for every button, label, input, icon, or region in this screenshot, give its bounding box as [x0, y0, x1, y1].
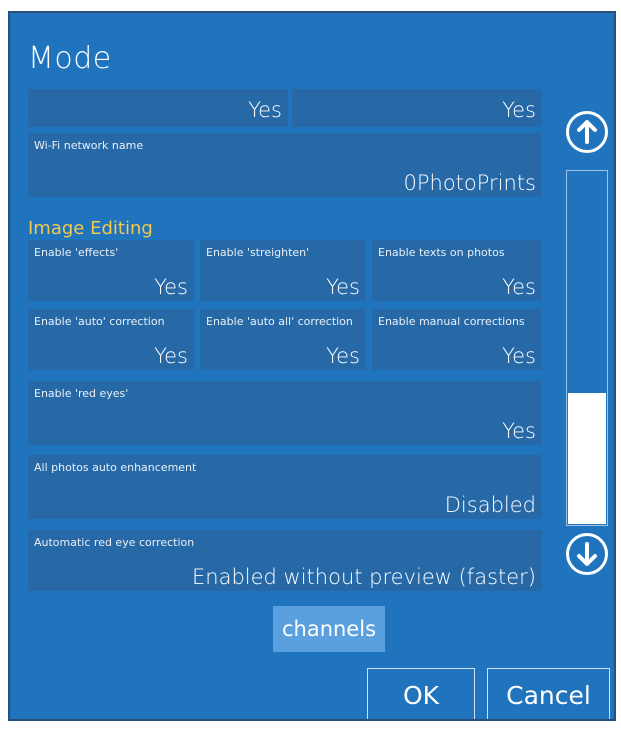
setting-label: Automatic red eye correction [34, 536, 195, 549]
setting-tile-enable-streighten[interactable]: Enable 'streighten' Yes [200, 240, 366, 301]
setting-tile-enable-auto-all-correction[interactable]: Enable 'auto all' correction Yes [200, 309, 366, 370]
setting-value: Yes [326, 275, 360, 299]
scroll-up-button[interactable] [566, 111, 608, 153]
setting-value: Disabled [444, 493, 536, 517]
setting-value: Yes [154, 344, 188, 368]
setting-label: Enable 'effects' [34, 246, 119, 259]
section-heading-image-editing: Image Editing [28, 218, 153, 239]
scroll-down-button[interactable] [566, 533, 608, 575]
setting-value: 0PhotoPrints [403, 171, 536, 195]
setting-tile-enable-manual-corrections[interactable]: Enable manual corrections Yes [372, 309, 542, 370]
setting-label: Enable texts on photos [378, 246, 505, 259]
setting-value: Yes [248, 98, 282, 122]
setting-tile-enable-texts-on-photos[interactable]: Enable texts on photos Yes [372, 240, 542, 301]
ok-button[interactable]: OK [367, 668, 475, 719]
setting-label: All photos auto enhancement [34, 461, 197, 474]
cancel-button[interactable]: Cancel [487, 668, 610, 719]
setting-value: Yes [502, 98, 536, 122]
setting-label: Enable 'streighten' [206, 246, 310, 259]
setting-value: Yes [502, 344, 536, 368]
scrollbar-track[interactable] [566, 170, 608, 526]
dialog-title: Mode [28, 41, 112, 76]
setting-tile-top-left[interactable]: Yes [28, 89, 288, 127]
setting-tile-enable-effects[interactable]: Enable 'effects' Yes [28, 240, 194, 301]
arrow-up-circle-icon [577, 120, 597, 144]
channels-button[interactable]: channels [273, 606, 385, 652]
mode-dialog: Mode Yes Yes Wi-Fi network name 0PhotoPr… [8, 11, 616, 721]
setting-value: Yes [502, 419, 536, 443]
setting-tile-enable-auto-correction[interactable]: Enable 'auto' correction Yes [28, 309, 194, 370]
setting-label: Wi-Fi network name [34, 139, 144, 152]
setting-value: Yes [326, 344, 360, 368]
setting-label: Enable 'auto all' correction [206, 315, 353, 328]
setting-tile-top-right[interactable]: Yes [292, 89, 542, 127]
setting-value: Yes [502, 275, 536, 299]
setting-label: Enable 'auto' correction [34, 315, 165, 328]
setting-label: Enable 'red eyes' [34, 387, 129, 400]
setting-label: Enable manual corrections [378, 315, 525, 328]
setting-tile-auto-enhancement[interactable]: All photos auto enhancement Disabled [28, 455, 542, 519]
wifi-network-name-field[interactable]: Wi-Fi network name 0PhotoPrints [28, 133, 542, 197]
setting-tile-enable-red-eyes[interactable]: Enable 'red eyes' Yes [28, 381, 542, 445]
scrollbar-thumb[interactable] [568, 393, 606, 524]
setting-value: Yes [154, 275, 188, 299]
arrow-down-circle-icon [577, 542, 597, 566]
setting-tile-auto-red-eye-correction[interactable]: Automatic red eye correction Enabled wit… [28, 530, 542, 591]
setting-value: Enabled without preview (faster) [192, 565, 536, 589]
